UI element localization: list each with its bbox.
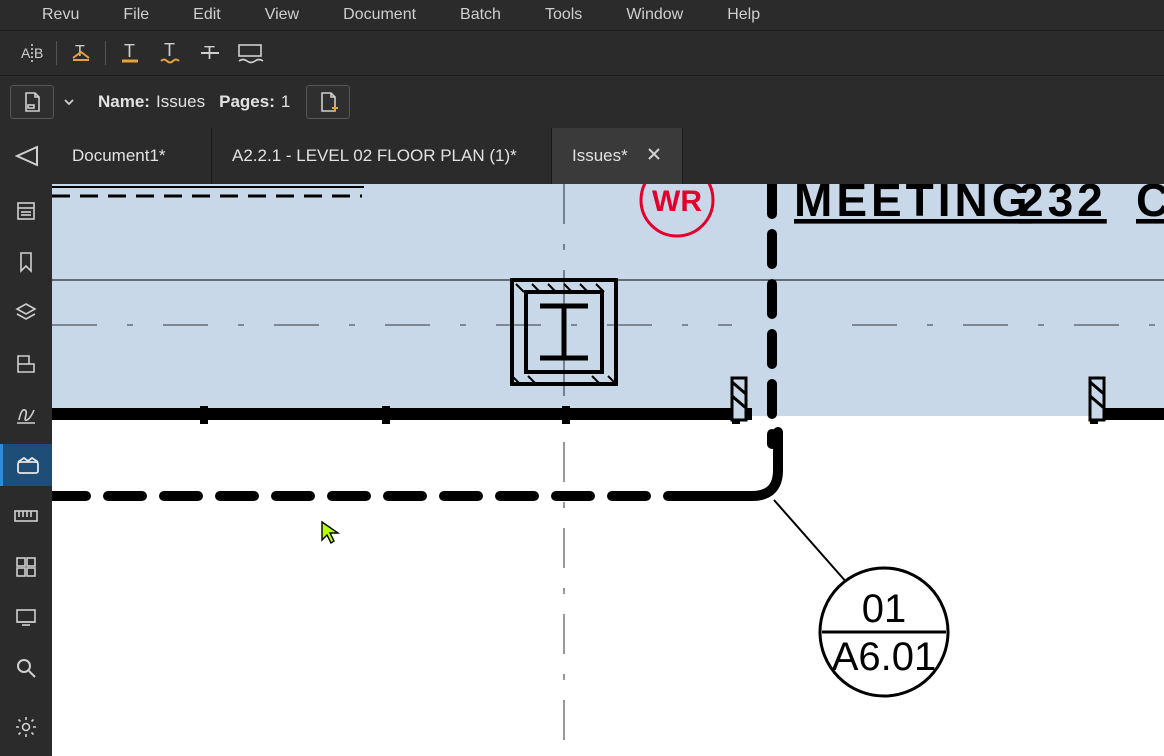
svg-text:A6.01: A6.01 bbox=[832, 635, 937, 679]
name-label: Name: bbox=[98, 92, 150, 112]
squiggly-underline-button[interactable]: T bbox=[150, 35, 190, 71]
nav-back-button[interactable] bbox=[0, 128, 52, 184]
separator bbox=[105, 41, 106, 65]
strikethrough-button[interactable]: T bbox=[190, 35, 230, 71]
tab-issues[interactable]: Issues* bbox=[552, 128, 683, 184]
tab-floorplan[interactable]: A2.2.1 - LEVEL 02 FLOOR PLAN (1)* bbox=[212, 128, 552, 184]
document-picker-button[interactable] bbox=[10, 85, 54, 119]
sets-panel-button[interactable] bbox=[0, 444, 52, 487]
signatures-panel-button[interactable] bbox=[0, 393, 52, 436]
menu-document[interactable]: Document bbox=[321, 2, 438, 28]
menu-help[interactable]: Help bbox=[705, 2, 782, 28]
tab-close-button[interactable] bbox=[646, 146, 662, 167]
svg-text:B: B bbox=[34, 45, 43, 61]
svg-text:T: T bbox=[124, 42, 135, 61]
search-panel-button[interactable] bbox=[0, 647, 52, 690]
left-panel-rail bbox=[0, 184, 52, 756]
menu-window[interactable]: Window bbox=[604, 2, 705, 28]
text-block-squiggle-button[interactable] bbox=[230, 35, 270, 71]
detail-callout: 01 A6.01 bbox=[820, 568, 948, 696]
bookmark-panel-button[interactable] bbox=[0, 241, 52, 284]
document-info-bar: Name: Issues Pages: 1 bbox=[0, 76, 1164, 128]
menu-revu[interactable]: Revu bbox=[20, 2, 101, 28]
text-toolbar: A B T T T T bbox=[0, 30, 1164, 76]
compare-text-button[interactable]: A B bbox=[12, 35, 52, 71]
drawing-canvas[interactable]: WR MEETING 232 C 01 bbox=[52, 184, 1164, 756]
settings-panel-button[interactable] bbox=[0, 705, 52, 748]
underline-button[interactable]: T bbox=[110, 35, 150, 71]
document-picker-chevron[interactable] bbox=[54, 95, 84, 109]
measure-panel-button[interactable] bbox=[0, 494, 52, 537]
svg-text:T: T bbox=[75, 43, 85, 60]
tab-label: Issues* bbox=[572, 146, 628, 166]
spaces-panel-button[interactable] bbox=[0, 342, 52, 385]
tab-document1[interactable]: Document1* bbox=[52, 128, 212, 184]
menu-tools[interactable]: Tools bbox=[523, 2, 604, 28]
file-panel-button[interactable] bbox=[0, 190, 52, 233]
pages-label: Pages: bbox=[219, 92, 275, 112]
svg-text:01: 01 bbox=[862, 587, 907, 631]
menu-file[interactable]: File bbox=[101, 2, 171, 28]
room-label-fragment: C bbox=[1136, 184, 1164, 226]
svg-text:WR: WR bbox=[652, 185, 702, 218]
studio-panel-button[interactable] bbox=[0, 596, 52, 639]
menu-view[interactable]: View bbox=[243, 2, 321, 28]
menu-batch[interactable]: Batch bbox=[438, 2, 523, 28]
menu-edit[interactable]: Edit bbox=[171, 2, 243, 28]
layers-panel-button[interactable] bbox=[0, 291, 52, 334]
room-label-meeting: MEETING bbox=[794, 184, 1032, 226]
menu-bar: Revu File Edit View Document Batch Tools… bbox=[0, 0, 1164, 30]
tab-strip: Document1* A2.2.1 - LEVEL 02 FLOOR PLAN … bbox=[0, 128, 1164, 184]
add-page-button[interactable] bbox=[306, 85, 350, 119]
separator bbox=[56, 41, 57, 65]
name-value: Issues bbox=[156, 92, 205, 112]
svg-text:T: T bbox=[164, 42, 175, 60]
room-number-232: 232 bbox=[1018, 184, 1107, 226]
svg-text:A: A bbox=[21, 45, 31, 61]
tab-label: Document1* bbox=[72, 146, 166, 166]
highlight-raise-button[interactable]: T bbox=[61, 35, 101, 71]
tab-label: A2.2.1 - LEVEL 02 FLOOR PLAN (1)* bbox=[232, 146, 517, 166]
thumbnails-panel-button[interactable] bbox=[0, 545, 52, 588]
pages-value: 1 bbox=[281, 92, 290, 112]
